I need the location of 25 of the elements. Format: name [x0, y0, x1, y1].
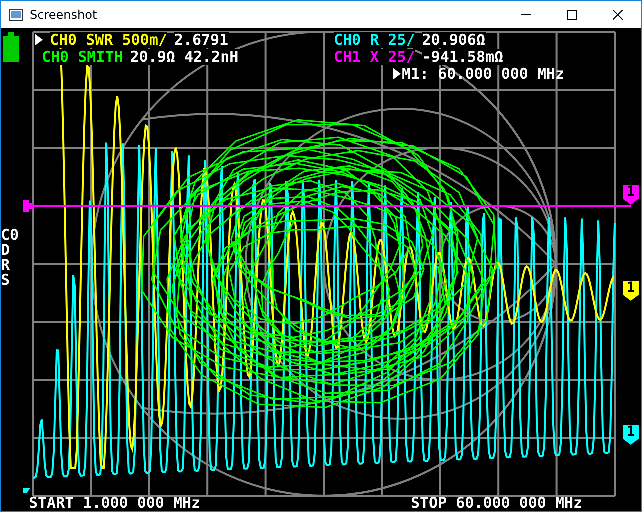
marker-tag: 1 — [623, 281, 639, 301]
start-frequency: START 1.000 000 MHz — [29, 494, 201, 511]
trace-reading: 20.906Ω — [422, 32, 486, 48]
maximize-icon — [567, 10, 577, 20]
reference-marker-icon — [23, 488, 31, 493]
close-icon — [613, 10, 623, 20]
reference-marker-icon — [23, 200, 33, 212]
status-letter: R — [1, 258, 12, 273]
app-icon — [9, 8, 23, 20]
stop-frequency: STOP 60.000 000 MHz — [411, 494, 583, 511]
marker-tag: 1 — [623, 425, 639, 445]
marker-readout: M1: 60.000 000 MHz — [402, 66, 565, 82]
window-title: Screenshot — [30, 8, 98, 22]
status-letter: D — [1, 243, 12, 258]
trace-reading: -941.58mΩ — [422, 49, 504, 65]
trace-label: CH0 R 25/ — [334, 32, 416, 48]
status-letter: C0 — [1, 228, 20, 243]
status-letter: S — [1, 273, 12, 288]
battery-icon — [3, 32, 19, 62]
trace-reading: 2.6791 — [174, 32, 229, 48]
marker-tag: 1 — [623, 185, 639, 205]
trace-label: CH0 SMITH — [42, 49, 124, 65]
trace-label: CH1 X 25/ — [334, 49, 416, 65]
trace-label: CH0 SWR 500m/ — [50, 32, 168, 48]
trace-reading: 20.9Ω 42.2nH — [130, 49, 239, 65]
